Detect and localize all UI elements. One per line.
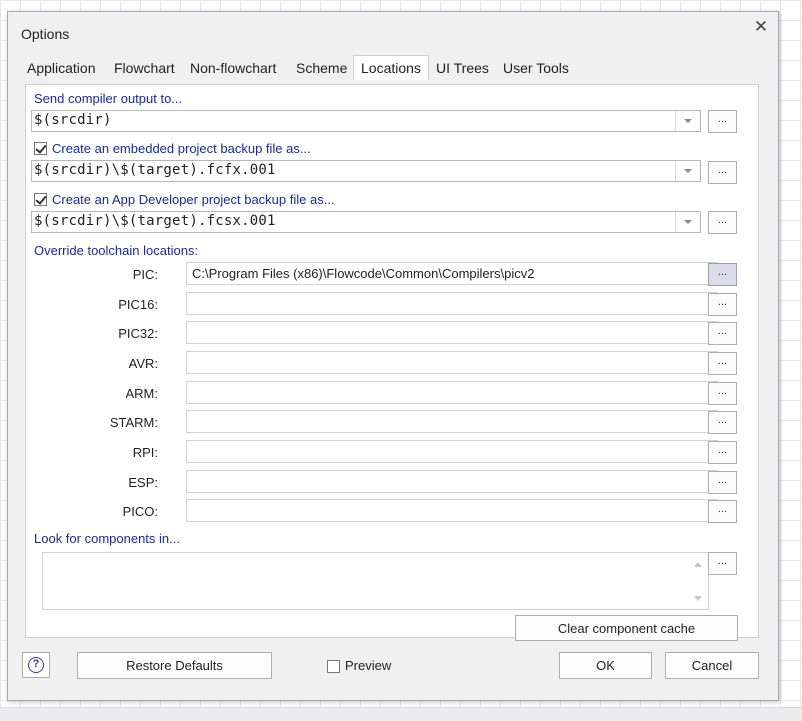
scroll-down-icon[interactable]: [694, 596, 702, 601]
toolchain-pic-label: PIC:: [132, 267, 158, 282]
combo-dropdown-arrow-icon[interactable]: [675, 161, 700, 181]
toolchain-rpi-field[interactable]: [186, 440, 718, 463]
embedded-backup-checkbox[interactable]: [34, 142, 47, 155]
toolchain-pic-value: C:\Program Files (x86)\Flowcode\Common\C…: [192, 266, 535, 281]
components-browse-button[interactable]: ...: [708, 552, 737, 575]
toolchain-pic32-field[interactable]: [186, 321, 718, 344]
help-icon: ?: [28, 657, 44, 673]
toolchain-pic16-field[interactable]: [186, 292, 718, 315]
toolchain-rpi-browse-button[interactable]: ...: [708, 441, 737, 464]
tab-flowchart[interactable]: Flowchart: [114, 57, 175, 80]
background-status-strip: [0, 707, 802, 721]
embedded-backup-label: Create an embedded project backup file a…: [52, 141, 311, 156]
tab-application[interactable]: Application: [27, 57, 96, 80]
toolchain-esp-field[interactable]: [186, 470, 718, 493]
appdev-backup-value: $(srcdir)\$(target).fcsx.001: [34, 213, 276, 229]
toolchain-pic32-browse-button[interactable]: ...: [708, 322, 737, 345]
toolchain-arm-field[interactable]: [186, 381, 718, 404]
toolchain-avr-label: AVR:: [128, 356, 158, 371]
close-icon[interactable]: ✕: [750, 16, 772, 38]
combo-dropdown-arrow-icon[interactable]: [675, 111, 700, 131]
toolchain-arm-label: ARM:: [125, 386, 159, 401]
tab-non-flowchart[interactable]: Non-flowchart: [190, 57, 276, 80]
toolchain-pic16-label: PIC16:: [118, 297, 158, 312]
cancel-button[interactable]: Cancel: [665, 652, 759, 679]
appdev-backup-checkbox[interactable]: [34, 193, 47, 206]
tab-user-tools[interactable]: User Tools: [503, 57, 569, 80]
toolchain-pico-browse-button[interactable]: ...: [708, 500, 737, 523]
toolchain-pic16-browse-button[interactable]: ...: [708, 293, 737, 316]
tab-ui-trees[interactable]: UI Trees: [436, 57, 489, 80]
compiler-output-value: $(srcdir): [34, 112, 112, 128]
tab-scheme[interactable]: Scheme: [296, 57, 347, 80]
embedded-backup-combo[interactable]: $(srcdir)\$(target).fcfx.001: [31, 160, 701, 182]
tab-locations[interactable]: Locations: [353, 55, 429, 80]
preview-checkbox[interactable]: [327, 660, 340, 673]
appdev-backup-browse-button[interactable]: ...: [708, 211, 737, 234]
toolchain-pic-field[interactable]: C:\Program Files (x86)\Flowcode\Common\C…: [186, 262, 718, 285]
toolchain-esp-label: ESP:: [128, 475, 158, 490]
toolchain-esp-browse-button[interactable]: ...: [708, 471, 737, 494]
toolchain-starm-field[interactable]: [186, 410, 718, 433]
embedded-backup-value: $(srcdir)\$(target).fcfx.001: [34, 162, 276, 178]
dialog-title: Options: [21, 26, 70, 42]
clear-component-cache-button[interactable]: Clear component cache: [515, 615, 738, 641]
compiler-output-label: Send compiler output to...: [34, 91, 183, 106]
compiler-output-combo[interactable]: $(srcdir): [31, 110, 701, 132]
toolchain-rpi-label: RPI:: [132, 445, 158, 460]
compiler-output-browse-button[interactable]: ...: [708, 110, 737, 133]
combo-dropdown-arrow-icon[interactable]: [675, 212, 700, 232]
checkmark-icon: [35, 142, 47, 154]
preview-label: Preview: [345, 658, 392, 673]
toolchain-starm-label: STARM:: [109, 415, 158, 430]
ok-button[interactable]: OK: [559, 652, 652, 679]
locations-panel: Send compiler output to... $(srcdir) ...…: [25, 84, 759, 641]
components-textarea[interactable]: [42, 552, 709, 610]
help-button[interactable]: ?: [22, 652, 50, 678]
restore-defaults-button[interactable]: Restore Defaults: [77, 652, 272, 679]
toolchain-arm-browse-button[interactable]: ...: [708, 382, 737, 405]
components-label: Look for components in...: [34, 531, 180, 546]
toolchain-pic32-label: PIC32:: [118, 326, 158, 341]
toolchain-pic-browse-button[interactable]: ...: [708, 263, 737, 286]
toolchain-avr-field[interactable]: [186, 351, 718, 374]
toolchain-starm-browse-button[interactable]: ...: [708, 411, 737, 434]
toolchain-pico-label: PICO:: [122, 504, 158, 519]
toolchain-pico-field[interactable]: [186, 499, 718, 522]
toolchain-avr-browse-button[interactable]: ...: [708, 352, 737, 375]
appdev-backup-label: Create an App Developer project backup f…: [52, 192, 335, 207]
embedded-backup-browse-button[interactable]: ...: [708, 161, 737, 184]
checkmark-icon: [35, 193, 47, 205]
scroll-up-icon[interactable]: [694, 562, 702, 567]
options-dialog: Options ✕ Application Flowchart Non-flow…: [7, 11, 779, 701]
appdev-backup-combo[interactable]: $(srcdir)\$(target).fcsx.001: [31, 211, 701, 233]
toolchain-label: Override toolchain locations:: [34, 243, 199, 258]
